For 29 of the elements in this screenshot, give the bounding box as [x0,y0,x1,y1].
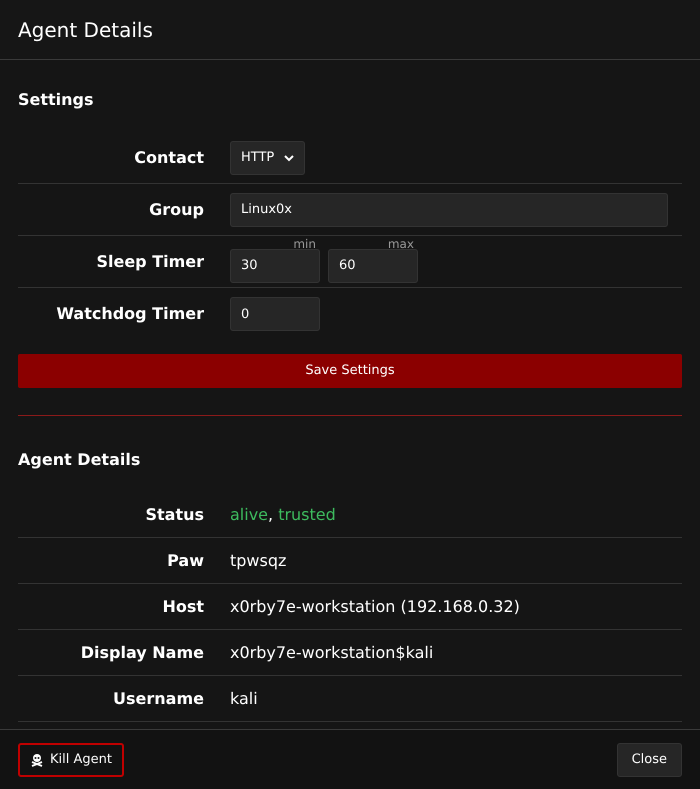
detail-label: Status [145,504,204,524]
number-field[interactable]: 30 [230,248,320,282]
status-separator: , [268,504,274,526]
number-field[interactable]: 0 [230,297,320,331]
chevron-down-icon [284,154,294,162]
status-tag: trusted [278,502,336,526]
detail-value: x0rby7e-workstation$kali [230,642,434,664]
skull-crossbones-icon [30,752,44,766]
status-tag: alive [230,502,268,526]
save-button[interactable]: Save Settings [18,354,682,388]
detail-value: kali [230,688,258,710]
detail-label: Paw [167,550,204,570]
kill-agent-button[interactable]: Kill Agent [18,742,124,776]
field-label: Watchdog Timer [56,304,204,323]
section-heading: Agent Details [18,449,142,471]
field-label: Group [149,200,204,218]
detail-label: Display Name [80,642,204,662]
field-label: Contact [134,148,204,166]
detail-label: Username [113,688,204,708]
text-field[interactable]: Linux0x [230,192,668,226]
number-field[interactable]: 60 [328,248,418,282]
detail-value: x0rby7e-workstation (192.168.0.32) [230,596,520,618]
field-label: Sleep Timer [96,252,204,270]
detail-label: Host [162,596,204,616]
close-button[interactable]: Close [616,742,682,776]
contact-select[interactable]: HTTP [230,140,306,174]
section-heading: Settings [18,89,95,111]
detail-value: tpwsqz [230,550,286,572]
window-title: Agent Details [18,16,153,44]
